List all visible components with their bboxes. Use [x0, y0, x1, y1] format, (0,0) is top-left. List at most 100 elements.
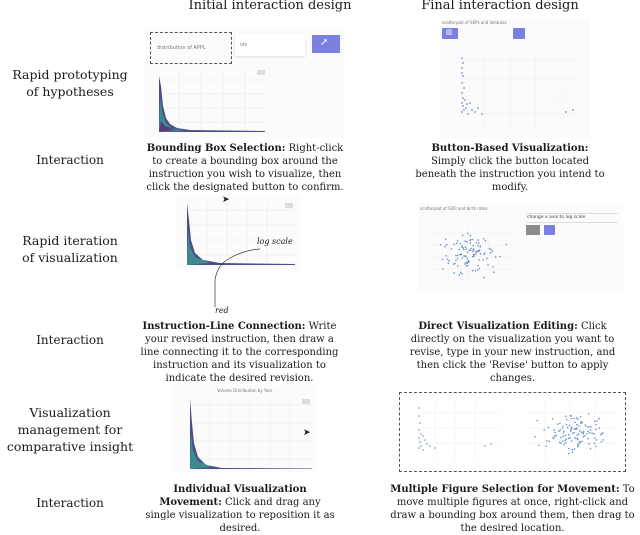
- scatter-point: [454, 262, 456, 265]
- scatter-chart-left: [417, 403, 500, 460]
- scatter-point: [578, 433, 580, 435]
- scatter-point: [569, 437, 571, 439]
- scatter-point: [475, 242, 478, 244]
- scatter-point: [538, 444, 540, 447]
- scatter-point: [477, 264, 479, 267]
- initial-iteration-description: Instruction-Line Connection: Write your …: [137, 320, 342, 385]
- scatter-point: [453, 243, 455, 246]
- description-title: Instruction-Line Connection:: [142, 321, 306, 332]
- revise-button[interactable]: [526, 225, 540, 235]
- scatter-point: [466, 240, 468, 243]
- visualize-button[interactable]: ➚: [312, 35, 340, 53]
- scatter-point: [466, 257, 469, 260]
- scatter-point: [474, 251, 477, 253]
- scatter-point: [545, 445, 547, 447]
- scatter-point: [479, 252, 482, 255]
- connection-line: [214, 248, 261, 307]
- scatter-point: [565, 418, 568, 421]
- annotation-red: red: [215, 306, 229, 315]
- scatter-point: [576, 423, 578, 426]
- instruction-input[interactable]: vis: [235, 34, 305, 56]
- scatter-chart: [460, 53, 580, 128]
- scatter-point: [546, 440, 548, 442]
- scatter-point: [488, 247, 491, 250]
- scatter-point: [455, 242, 458, 245]
- scatter-point: [470, 247, 472, 250]
- scatter-point: [476, 250, 478, 252]
- scatter-point: [589, 447, 592, 450]
- annotation-log-scale: log scale: [257, 237, 293, 246]
- scatter-point: [472, 253, 475, 256]
- scatter-point: [580, 422, 582, 424]
- scatter-point: [478, 259, 480, 261]
- scatter-point: [456, 254, 459, 257]
- scatter-point: [581, 440, 583, 443]
- scatter-point: [588, 426, 590, 428]
- scatter-point: [455, 259, 457, 262]
- scatter-point: [450, 248, 453, 250]
- scatter-point: [574, 437, 576, 439]
- scatter-point: [567, 447, 570, 450]
- scatter-point: [589, 426, 592, 428]
- bounding-box-selection[interactable]: distribution of APPL: [150, 32, 232, 64]
- scatter-point: [554, 435, 556, 437]
- scatter-point: [563, 443, 566, 446]
- scatter-point: [484, 239, 487, 242]
- scatter-point: [461, 257, 464, 259]
- scatter-point: [467, 261, 469, 263]
- description-title: Multiple Figure Selection for Movement:: [390, 484, 620, 495]
- scatter-point: [478, 267, 481, 270]
- final-iteration-screenshot: scatterplot of GDP and birth rates chang…: [418, 203, 623, 291]
- column-header-final: Final interaction design: [421, 0, 579, 13]
- instruction-text: scatterplot of SEPs and lambdas: [442, 20, 507, 25]
- scatter-point: [573, 417, 575, 420]
- scatter-point: [589, 429, 592, 431]
- scatter-point: [587, 413, 590, 415]
- scatter-point: [473, 255, 475, 257]
- scatter-point: [571, 449, 574, 451]
- action-button[interactable]: [513, 28, 525, 39]
- scatter-point: [555, 434, 558, 437]
- scatter-point: [577, 443, 579, 445]
- scatter-point: [464, 255, 467, 257]
- scatter-point: [534, 436, 536, 438]
- scatter-point: [457, 265, 459, 267]
- scatter-point: [448, 260, 450, 262]
- scatter-point: [579, 442, 581, 445]
- confirm-button[interactable]: [544, 225, 555, 235]
- scatter-point: [439, 244, 442, 246]
- scatter-point: [553, 429, 555, 431]
- scatter-point: [560, 442, 562, 444]
- scatter-point: [461, 234, 464, 237]
- scatter-point: [558, 441, 561, 444]
- scatter-point: [587, 437, 589, 440]
- scatter-point: [561, 427, 564, 429]
- scatter-point: [562, 435, 564, 438]
- visualize-button[interactable]: ▥: [442, 28, 458, 39]
- row-label-interaction-3: Interaction: [36, 496, 104, 510]
- scatter-point: [602, 439, 604, 441]
- edit-instruction-input[interactable]: change x axis to log scale: [526, 213, 618, 223]
- scatter-point: [471, 269, 474, 272]
- multi-figure-bounding-box[interactable]: [399, 392, 626, 472]
- scatter-point: [574, 421, 576, 424]
- scatter-point: [591, 432, 593, 434]
- scatter-point: [475, 253, 477, 255]
- scatter-point: [573, 448, 576, 450]
- scatter-point: [491, 250, 494, 252]
- scatter-point: [458, 248, 461, 251]
- scatter-point: [476, 269, 479, 271]
- scatter-point: [499, 255, 501, 258]
- description-text: Simply click the button located beneath …: [415, 156, 605, 193]
- scatter-point: [462, 247, 465, 249]
- scatter-point: [568, 433, 570, 436]
- scatter-point: [477, 239, 480, 241]
- scatter-point: [469, 239, 472, 242]
- scatter-point: [467, 264, 469, 267]
- row-label-prototyping: Rapid prototyping of hypotheses: [12, 67, 128, 99]
- scatter-point: [588, 442, 590, 445]
- scatter-point: [547, 426, 550, 429]
- scatter-point: [601, 432, 603, 435]
- scatter-point: [490, 248, 492, 251]
- scatter-point: [577, 425, 580, 427]
